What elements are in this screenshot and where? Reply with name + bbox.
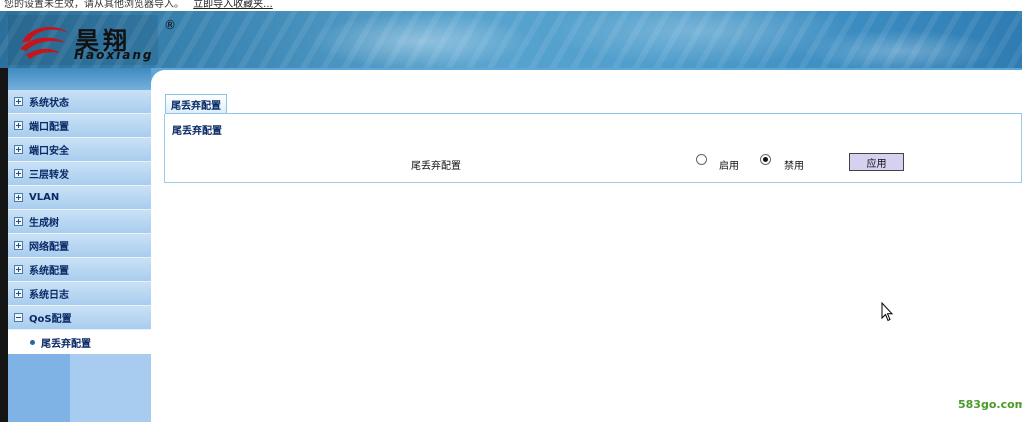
bullet-icon bbox=[30, 339, 35, 345]
disable-radio-label: 禁用 bbox=[784, 161, 804, 172]
minus-box-icon bbox=[14, 313, 23, 322]
sidebar-item-label: 系统日志 bbox=[29, 290, 69, 301]
sidebar-header bbox=[8, 68, 151, 90]
plus-box-icon bbox=[14, 289, 23, 298]
plus-box-icon bbox=[14, 265, 23, 274]
header-banner: 昊翔 ® Haoxiang bbox=[0, 11, 1022, 68]
sidebar-item-port-security[interactable]: 端口安全 bbox=[8, 138, 151, 162]
watermark: 583go.com bbox=[958, 398, 1022, 411]
sidebar-item-spanning-tree[interactable]: 生成树 bbox=[8, 210, 151, 234]
page: 您的设置未生效，请从其他浏览器导入。 立即导入收藏夹... 昊翔 ® Haoxi… bbox=[0, 0, 1022, 422]
plus-box-icon bbox=[14, 97, 23, 106]
sidebar-subitem-tail-drop[interactable]: 尾丢弃配置 bbox=[8, 330, 151, 354]
main-top-border bbox=[151, 68, 1022, 90]
plus-box-icon bbox=[14, 217, 23, 226]
registered-mark: ® bbox=[164, 18, 176, 32]
sidebar-item-label: 生成树 bbox=[29, 218, 59, 229]
enable-radio-label: 启用 bbox=[719, 161, 739, 172]
disable-radio[interactable] bbox=[760, 154, 771, 165]
logo: 昊翔 ® Haoxiang bbox=[8, 15, 176, 65]
window-edge bbox=[0, 68, 8, 422]
sidebar-item-label: VLAN bbox=[29, 192, 60, 203]
sidebar-item-label: 系统状态 bbox=[29, 98, 69, 109]
sidebar-item-l3-forwarding[interactable]: 三层转发 bbox=[8, 162, 151, 186]
enable-radio[interactable] bbox=[696, 154, 707, 165]
tab-tail-drop-config[interactable]: 尾丢弃配置 bbox=[165, 94, 227, 114]
sidebar-item-system-log[interactable]: 系统日志 bbox=[8, 282, 151, 306]
sidebar-decoration bbox=[70, 352, 151, 422]
sidebar-item-system-config[interactable]: 系统配置 bbox=[8, 258, 151, 282]
sidebar-item-label: 三层转发 bbox=[29, 170, 69, 181]
setting-label: 尾丢弃配置 bbox=[411, 161, 461, 172]
sidebar-item-label: QoS配置 bbox=[29, 314, 72, 325]
sidebar: 系统状态 端口配置 端口安全 三层转发 VLAN 生成树 网络配置 系统配置 系… bbox=[8, 68, 151, 422]
sidebar-decoration bbox=[8, 352, 70, 422]
sidebar-item-network-config[interactable]: 网络配置 bbox=[8, 234, 151, 258]
sidebar-item-label: 系统配置 bbox=[29, 266, 69, 277]
browser-notice-bar: 您的设置未生效，请从其他浏览器导入。 立即导入收藏夹... bbox=[0, 0, 1022, 11]
brand-name-en: Haoxiang bbox=[74, 48, 154, 62]
plus-box-icon bbox=[14, 169, 23, 178]
sidebar-subitem-label: 尾丢弃配置 bbox=[41, 338, 91, 350]
panel-title: 尾丢弃配置 bbox=[172, 126, 222, 137]
sidebar-item-port-config[interactable]: 端口配置 bbox=[8, 114, 151, 138]
sidebar-item-system-status[interactable]: 系统状态 bbox=[8, 90, 151, 114]
apply-button[interactable]: 应用 bbox=[849, 153, 904, 171]
plus-box-icon bbox=[14, 241, 23, 250]
sidebar-item-label: 端口配置 bbox=[29, 122, 69, 133]
notice-text: 您的设置未生效，请从其他浏览器导入。 bbox=[4, 0, 184, 10]
sidebar-menu: 系统状态 端口配置 端口安全 三层转发 VLAN 生成树 网络配置 系统配置 系… bbox=[8, 90, 151, 354]
logo-swirl-icon bbox=[20, 27, 68, 59]
sidebar-item-qos-config[interactable]: QoS配置 bbox=[8, 306, 151, 330]
plus-box-icon bbox=[14, 121, 23, 130]
sidebar-item-label: 网络配置 bbox=[29, 242, 69, 253]
sidebar-item-label: 端口安全 bbox=[29, 146, 69, 157]
plus-box-icon bbox=[14, 145, 23, 154]
main-content: 尾丢弃配置 尾丢弃配置 尾丢弃配置 启用 禁用 应用 bbox=[151, 68, 1022, 422]
plus-box-icon bbox=[14, 193, 23, 202]
config-panel: 尾丢弃配置 尾丢弃配置 启用 禁用 应用 bbox=[164, 114, 1022, 183]
sidebar-item-vlan[interactable]: VLAN bbox=[8, 186, 151, 210]
mouse-cursor-icon bbox=[881, 302, 893, 322]
import-link[interactable]: 立即导入收藏夹... bbox=[193, 0, 273, 10]
